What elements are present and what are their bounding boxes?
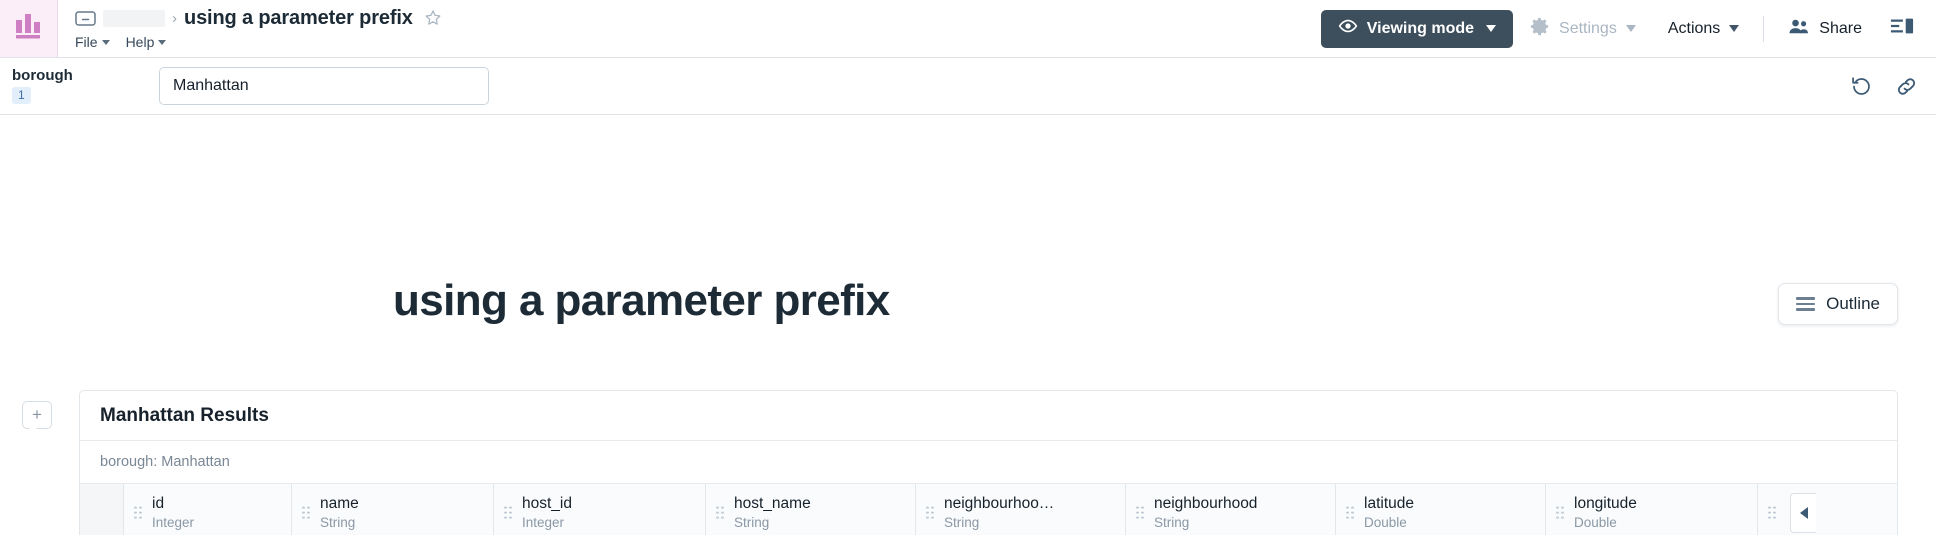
menu-bar: File Help	[75, 32, 1321, 52]
column-name: host_id	[522, 494, 572, 512]
column-header-name[interactable]: name String	[292, 484, 494, 535]
share-button[interactable]: Share	[1772, 18, 1878, 40]
result-card-header: Manhattan Results	[80, 391, 1897, 441]
parameter-count-badge: 1	[12, 86, 31, 104]
column-header-neighbourhood[interactable]: neighbourhood String	[1126, 484, 1336, 535]
column-type: String	[944, 514, 980, 530]
column-type: String	[734, 514, 770, 530]
chevron-down-icon	[1729, 25, 1740, 32]
settings-label: Settings	[1559, 19, 1617, 37]
column-type: Integer	[522, 514, 565, 530]
drag-grip-icon	[716, 506, 724, 519]
column-header-longitude[interactable]: longitude Double	[1546, 484, 1758, 535]
star-outline-icon[interactable]	[424, 9, 442, 27]
chevron-down-icon	[101, 39, 110, 45]
column-header-neighbourhood-group[interactable]: neighbourhoo… String	[916, 484, 1126, 535]
people-icon	[1788, 18, 1810, 40]
page-title: using a parameter prefix	[393, 276, 890, 325]
actions-button[interactable]: Actions	[1652, 20, 1755, 38]
column-header-id[interactable]: id Integer	[124, 484, 292, 535]
column-header-host-id[interactable]: host_id Integer	[494, 484, 706, 535]
toolbar-divider	[1763, 15, 1765, 42]
drag-grip-icon	[302, 506, 310, 519]
side-panel-toggle[interactable]	[1878, 16, 1918, 41]
plus-icon: +	[32, 405, 42, 424]
bar-chart-logo-icon	[15, 13, 43, 44]
breadcrumb-separator: ›	[172, 9, 177, 27]
drag-grip-icon	[1556, 506, 1564, 519]
document-title: using a parameter prefix	[184, 6, 413, 29]
result-card: Manhattan Results borough: Manhattan id …	[79, 390, 1898, 535]
menu-help[interactable]: Help	[126, 34, 167, 50]
eye-icon	[1338, 19, 1358, 38]
column-type: String	[320, 514, 356, 530]
column-name: neighbourhood	[1154, 494, 1258, 512]
parameter-bar-actions	[1850, 75, 1918, 98]
app-logo[interactable]	[0, 0, 58, 57]
parameter-name: borough	[12, 67, 73, 85]
folder-icon[interactable]	[75, 10, 96, 27]
share-label: Share	[1819, 19, 1862, 37]
column-type: Integer	[152, 514, 195, 530]
column-type: Double	[1574, 514, 1617, 530]
table-header-row: id Integer name String host_id Integer h…	[80, 484, 1897, 535]
add-comment-button[interactable]: +	[22, 401, 52, 429]
chevron-down-icon	[158, 39, 167, 45]
link-icon[interactable]	[1895, 75, 1918, 98]
column-name: longitude	[1574, 494, 1637, 512]
column-name: name	[320, 494, 359, 512]
drag-grip-icon	[134, 506, 142, 519]
reset-icon[interactable]	[1850, 75, 1873, 98]
hamburger-icon	[1796, 297, 1816, 311]
drag-grip-icon	[926, 506, 934, 519]
chevron-down-icon	[1486, 25, 1497, 32]
menu-file-label: File	[75, 34, 98, 50]
breadcrumb: › using a parameter prefix	[75, 5, 1321, 31]
menu-file[interactable]: File	[75, 34, 110, 50]
outline-button-label: Outline	[1826, 294, 1880, 313]
top-bar: › using a parameter prefix File Help Vie…	[0, 0, 1936, 58]
actions-label: Actions	[1667, 19, 1721, 37]
drag-grip-icon	[504, 506, 512, 519]
column-header-truncated	[1758, 484, 1816, 535]
breadcrumb-folder-placeholder[interactable]	[103, 9, 165, 27]
viewing-mode-button[interactable]: Viewing mode	[1320, 9, 1514, 48]
gear-icon	[1529, 16, 1550, 42]
parameter-bar: borough 1	[0, 58, 1936, 115]
outline-button[interactable]: Outline	[1778, 283, 1898, 325]
column-type: Double	[1364, 514, 1407, 530]
column-type: String	[1154, 514, 1190, 530]
result-table: id Integer name String host_id Integer h…	[80, 483, 1897, 535]
column-name: latitude	[1364, 494, 1414, 512]
document-header: › using a parameter prefix File Help	[58, 0, 1321, 57]
parameter-label-group: borough 1	[12, 68, 159, 104]
drag-grip-icon	[1136, 506, 1144, 519]
column-name: id	[152, 494, 165, 512]
viewing-mode-label: Viewing mode	[1366, 19, 1475, 37]
parameter-value-input[interactable]	[159, 67, 489, 105]
result-card-subtitle: borough: Manhattan	[100, 454, 230, 470]
menu-help-label: Help	[125, 34, 155, 50]
column-header-host-name[interactable]: host_name String	[706, 484, 916, 535]
row-number-header	[80, 484, 124, 535]
column-name: host_name	[734, 494, 811, 512]
settings-button[interactable]: Settings	[1513, 16, 1652, 42]
result-card-title: Manhattan Results	[100, 404, 269, 426]
drag-grip-icon	[1346, 506, 1354, 519]
document-canvas: using a parameter prefix Outline + Manha…	[0, 115, 1936, 535]
side-panel-icon	[1890, 16, 1914, 41]
column-name: neighbourhoo…	[944, 494, 1055, 512]
scroll-left-arrow-icon[interactable]	[1790, 492, 1816, 533]
chevron-down-icon	[1625, 25, 1636, 32]
column-header-latitude[interactable]: latitude Double	[1336, 484, 1546, 535]
drag-grip-icon	[1768, 506, 1776, 519]
top-bar-actions: Viewing mode Settings Actions Share	[1320, 0, 1936, 57]
